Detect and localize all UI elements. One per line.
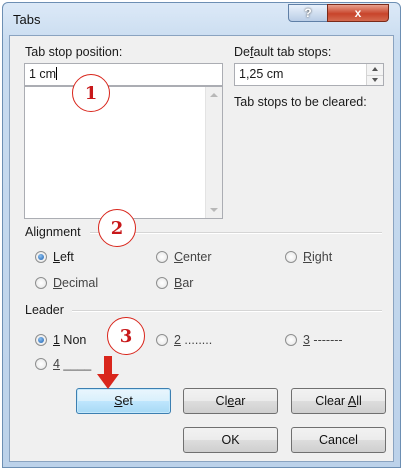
alignment-bar-label: Bar [174, 276, 194, 290]
help-icon: ? [304, 6, 312, 20]
leader-separator [72, 310, 382, 312]
chevron-up-icon [372, 67, 378, 72]
dialog-body: Tab stop position: 1 cm Default tab stop… [9, 35, 394, 462]
help-button[interactable]: ? [288, 4, 328, 22]
radio-icon [156, 251, 168, 263]
leader-4-radio[interactable]: 4 ____ [35, 357, 91, 371]
scroll-up-arrow-icon[interactable] [210, 93, 218, 97]
alignment-label: Alignment [25, 225, 81, 239]
cancel-button-label: Cancel [319, 433, 358, 447]
leader-2-radio[interactable]: 2 ........ [156, 333, 212, 347]
leader-4-label: 4 ____ [53, 357, 92, 371]
default-tab-stops-label: Default tab stops: [234, 45, 332, 59]
scroll-down-arrow-icon[interactable] [210, 208, 218, 212]
leader-1-radio[interactable]: 1 Non [35, 333, 86, 347]
chevron-down-icon [372, 77, 378, 82]
tab-stop-position-value: 1 cm [29, 67, 57, 81]
dialog-window: Tabs ? x Tab stop position: 1 cm Default… [2, 2, 401, 468]
clear-all-button[interactable]: Clear All [291, 388, 386, 414]
radio-icon [156, 334, 168, 346]
default-tab-stops-value: 1,25 cm [239, 67, 284, 81]
leader-label: Leader [25, 303, 64, 317]
default-tab-stops-input[interactable]: 1,25 cm [234, 63, 384, 86]
set-button-label: Set [114, 394, 133, 408]
close-button[interactable]: x [327, 4, 389, 22]
radio-icon [156, 277, 168, 289]
text-cursor [56, 67, 58, 80]
callout-1-badge: 1 [72, 74, 110, 112]
set-button[interactable]: Set [76, 388, 171, 414]
spin-down-button[interactable] [367, 75, 383, 86]
alignment-right-label: Right [303, 250, 333, 264]
red-down-arrow-icon [97, 356, 119, 389]
alignment-right-radio[interactable]: Right [285, 250, 332, 264]
leader-1-label: 1 Non [53, 333, 87, 347]
alignment-center-label: Center [174, 250, 212, 264]
title-bar: Tabs ? x [3, 3, 400, 35]
callout-2-badge: 2 [98, 209, 136, 247]
tab-stop-position-label: Tab stop position: [25, 45, 123, 59]
alignment-decimal-radio[interactable]: Decimal [35, 276, 98, 290]
dialog-title: Tabs [13, 12, 41, 27]
ok-button[interactable]: OK [183, 427, 278, 453]
ok-button-label: OK [221, 433, 240, 447]
radio-icon [285, 334, 297, 346]
close-icon: x [354, 6, 362, 20]
default-tab-stops-spinner[interactable] [366, 64, 383, 85]
alignment-left-label: Left [53, 250, 74, 264]
callout-3-badge: 3 [107, 317, 145, 355]
alignment-center-radio[interactable]: Center [156, 250, 212, 264]
radio-selected-icon [35, 251, 47, 263]
cancel-button[interactable]: Cancel [291, 427, 386, 453]
alignment-bar-radio[interactable]: Bar [156, 276, 193, 290]
leader-3-label: 3 ------- [303, 333, 343, 347]
radio-icon [35, 277, 47, 289]
tab-stop-list[interactable] [24, 86, 223, 219]
radio-selected-icon [35, 334, 47, 346]
tab-stops-cleared-label: Tab stops to be cleared: [234, 95, 367, 109]
tab-stop-position-input[interactable]: 1 cm [24, 63, 223, 86]
radio-icon [35, 358, 47, 370]
radio-icon [285, 251, 297, 263]
alignment-left-radio[interactable]: Left [35, 250, 74, 264]
clear-button-label: Clear [215, 394, 246, 408]
leader-3-radio[interactable]: 3 ------- [285, 333, 343, 347]
tab-stop-list-scrollbar[interactable] [205, 87, 222, 218]
clear-button[interactable]: Clear [183, 388, 278, 414]
leader-2-label: 2 ........ [174, 333, 213, 347]
alignment-decimal-label: Decimal [53, 276, 99, 290]
clear-all-button-label: Clear All [315, 394, 362, 408]
